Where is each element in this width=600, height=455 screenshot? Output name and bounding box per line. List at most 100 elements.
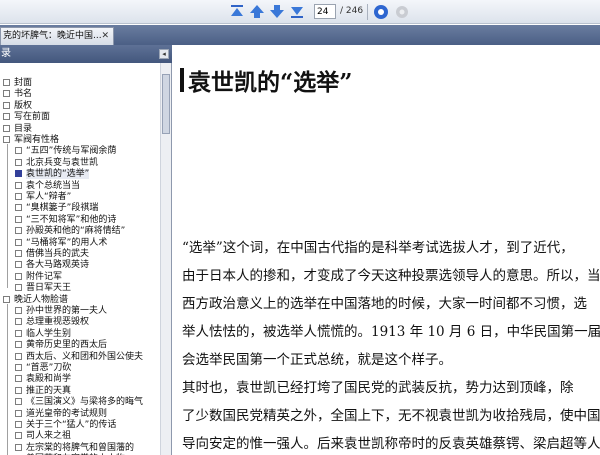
page-icon bbox=[15, 238, 22, 246]
toc-item-label: 晚近人物脸谱 bbox=[14, 294, 69, 305]
title-marker bbox=[180, 68, 184, 92]
page-icon bbox=[15, 215, 22, 223]
page-icon bbox=[15, 193, 22, 200]
text-line: “选举”这个词，在中国古代指的是科举考试选拔人才，到了近代， bbox=[182, 240, 574, 256]
toolbar-divider bbox=[367, 4, 368, 20]
page-icon bbox=[15, 272, 22, 280]
page-icon bbox=[15, 409, 22, 417]
page-icon bbox=[3, 295, 10, 303]
page-icon bbox=[15, 375, 22, 383]
tree-connector bbox=[7, 303, 8, 455]
toc-item-label: 写在前面 bbox=[14, 112, 51, 123]
page-number-input[interactable] bbox=[314, 4, 336, 19]
toc-item-label: 司人来之祖 bbox=[26, 431, 72, 442]
toc-item-label: 晋日军天王 bbox=[26, 283, 72, 294]
scrollbar-thumb[interactable] bbox=[162, 74, 170, 134]
page-icon bbox=[15, 261, 22, 269]
toc-item-label: 封面 bbox=[14, 78, 33, 88]
page-icon bbox=[15, 352, 22, 360]
page-icon bbox=[15, 307, 22, 314]
page-icon bbox=[3, 90, 10, 98]
toc-item-label: 附件记军 bbox=[26, 271, 63, 282]
page-icon bbox=[15, 147, 22, 155]
next-page-icon[interactable] bbox=[269, 3, 285, 20]
close-icon[interactable]: ✕ bbox=[101, 28, 109, 44]
page-icon bbox=[15, 170, 22, 178]
page-icon bbox=[15, 443, 22, 451]
toc-item-label: 目录 bbox=[14, 123, 33, 134]
toc-item-label: 道光皇帝的考试规则 bbox=[26, 408, 108, 419]
toc-item-label: 孙中世界的第一夫人 bbox=[26, 306, 108, 316]
toc-item-label: 书名 bbox=[14, 89, 33, 100]
toc-item-label: “三不知将军”和他的诗 bbox=[26, 214, 117, 225]
toc-item-label: 北京兵变与袁世凯 bbox=[26, 157, 99, 168]
page-icon bbox=[3, 79, 10, 86]
toc-item-label: 临人学生别 bbox=[26, 328, 72, 339]
text-line: 导向安定的惟一强人。后来袁世凯称帝时的反袁英雄蔡锷、梁启超等人， bbox=[182, 436, 600, 452]
toolbar: / 246 bbox=[0, 0, 600, 24]
page-icon bbox=[15, 432, 22, 440]
text-line: 其时也，袁世凯已经打垮了国民党的武装反抗，势力达到顶峰，除 bbox=[182, 380, 574, 396]
toc-sidebar: 录 ◂ 封面 书名 版权 写在前面 目录 军阀有性格 “五四”传统与军阀余荫 北京兵变与袁世凯… bbox=[0, 45, 172, 455]
tab-label: 克的坏脾气：晚近中国... bbox=[3, 31, 102, 41]
text-line: 西方政治意义上的选举在中国落地的时候，大家一时间都不习惯，选 bbox=[182, 296, 587, 312]
sidebar-scrollbar[interactable] bbox=[160, 63, 171, 455]
toc-item-label: 黄帝历史里的西太后 bbox=[26, 340, 108, 351]
toc-item-label: 推正的天真 bbox=[26, 385, 72, 396]
toc-item-label: 袁个总统当当 bbox=[26, 180, 81, 191]
toc-item-label: 西太后、义和团和外国公使夫 bbox=[26, 351, 144, 362]
document-page: 袁世凯的“选举” “选举”这个词，在中国古代指的是科举考试选拔人才，到了近代， 由… bbox=[174, 45, 600, 455]
toc-item-label: “五四”传统与军阀余荫 bbox=[26, 146, 117, 157]
toc-item-label: 军阀有性格 bbox=[14, 135, 60, 145]
page-icon bbox=[15, 421, 22, 428]
page-icon bbox=[15, 364, 22, 371]
toc-item-label: 借佛当兵的武夫 bbox=[26, 249, 90, 259]
toc-tree: 封面 书名 版权 写在前面 目录 军阀有性格 “五四”传统与军阀余荫 北京兵变与袁世凯 袁世凯的… bbox=[0, 63, 160, 455]
page-icon bbox=[15, 398, 22, 406]
toc-item-label: 版权 bbox=[14, 100, 33, 111]
page-icon bbox=[15, 318, 22, 326]
text-line: 举人怯怯的，被选举人慌慌的。1913 年 10 月 6 日，中华民国第一届国 bbox=[182, 324, 600, 340]
page-icon bbox=[15, 250, 22, 257]
collapse-sidebar-icon[interactable]: ◂ bbox=[159, 49, 169, 59]
page-icon bbox=[15, 227, 22, 235]
page-icon bbox=[15, 284, 22, 292]
tree-connector bbox=[7, 144, 8, 289]
toc-item-label: 军人“辩者” bbox=[26, 192, 72, 202]
prev-page-icon[interactable] bbox=[249, 3, 265, 20]
page-icon bbox=[3, 136, 10, 143]
toc-item-label: 袁世凯的“选举” bbox=[26, 169, 90, 180]
forward-icon[interactable] bbox=[394, 3, 410, 20]
toc-item-label: 《三国演义》与梁将多的晦气 bbox=[26, 397, 144, 408]
toc-item-label: 左宗棠的将脾气和曾国藩的 bbox=[26, 442, 135, 453]
text-line: 由于日本人的掺和，才变成了今天这种投票选领导人的意思。所以，当 bbox=[182, 268, 600, 284]
toc-item-label: “臭棋篓子”段祺瑞 bbox=[26, 203, 99, 214]
page-icon bbox=[15, 204, 22, 212]
page-icon bbox=[15, 386, 22, 394]
page-icon bbox=[15, 329, 22, 337]
text-line: 了少数国民党精英之外，全国上下，无不视袁世凯为收拾残局，使中国 bbox=[182, 408, 600, 424]
toc-item-label: 袁殿和尚学 bbox=[26, 374, 72, 385]
sidebar-title: 录 bbox=[1, 48, 11, 59]
page-icon bbox=[15, 158, 22, 166]
page-icon bbox=[15, 341, 22, 349]
page-icon bbox=[3, 101, 10, 109]
first-page-icon[interactable] bbox=[229, 3, 245, 20]
page-icon bbox=[15, 181, 22, 189]
last-page-icon[interactable] bbox=[289, 3, 305, 20]
toc-item-label: 各大马路观英诗 bbox=[26, 260, 90, 271]
page-total: / 246 bbox=[340, 6, 364, 16]
toc-item-label: “马桶将军”的用人术 bbox=[26, 237, 108, 248]
back-icon[interactable] bbox=[373, 3, 389, 20]
toc-item-label: “首恶”刀砍 bbox=[26, 363, 72, 373]
document-tab[interactable]: 克的坏脾气：晚近中国... ✕ bbox=[0, 27, 114, 45]
toc-item-label: 孙殿英和他的“麻将情结” bbox=[26, 226, 126, 237]
page-icon bbox=[3, 124, 10, 132]
tab-bar: 克的坏脾气：晚近中国... ✕ bbox=[0, 25, 600, 45]
chapter-title: 袁世凯的“选举” bbox=[188, 69, 353, 96]
toc-item-label: 关于三个“猛人”的传话 bbox=[26, 420, 117, 430]
text-line: 会选举民国第一个正式总统，就是这个样子。 bbox=[182, 352, 452, 368]
sidebar-header: 录 ◂ bbox=[0, 45, 172, 63]
page-icon bbox=[3, 113, 10, 121]
toc-item-label: 总理重视恶毁权 bbox=[26, 317, 90, 328]
